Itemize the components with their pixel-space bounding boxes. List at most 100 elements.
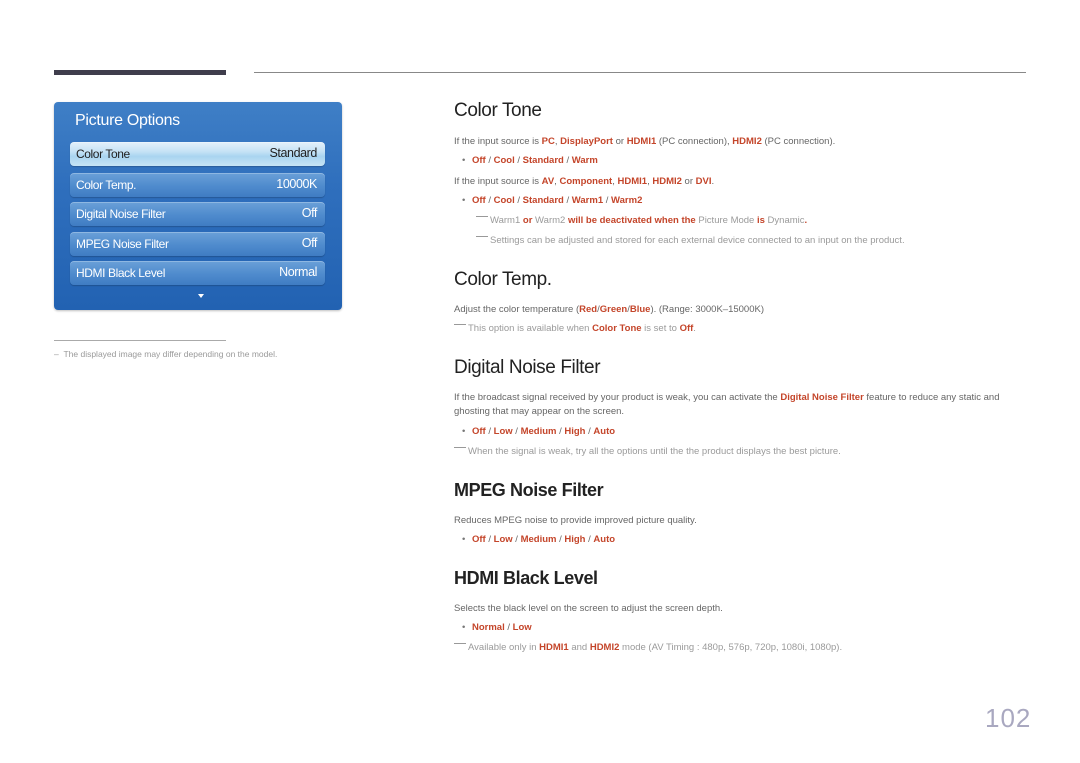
text-segment: and <box>568 642 590 653</box>
menu-item-label: MPEG Noise Filter <box>76 237 169 251</box>
text-segment: Picture Mode <box>698 215 755 226</box>
header-rule-thin <box>254 72 1026 73</box>
highlighted-term: Digital Noise Filter <box>780 392 864 403</box>
section-title-color-temp: Color Temp. <box>454 269 552 290</box>
menu-item-label: Color Tone <box>76 147 130 161</box>
option-value: Warm <box>571 155 598 166</box>
option-value: High <box>564 426 586 437</box>
option-value: Medium <box>520 426 557 437</box>
menu-item-value: Standard <box>269 146 317 160</box>
highlighted-term: is <box>754 215 768 226</box>
section-title-hdmi-black-level: HDMI Black Level <box>454 568 598 588</box>
hdmi-black-note: Available only in HDMI1 and HDMI2 mode (… <box>454 642 842 653</box>
separator: / <box>485 195 494 206</box>
highlighted-term: Component <box>559 176 613 187</box>
highlighted-term: Color Tone <box>592 323 642 334</box>
menu-item-label: Color Temp. <box>76 178 137 192</box>
text-segment: This option is available when <box>468 323 593 334</box>
text-segment: Dynamic <box>767 215 805 226</box>
text-segment: mode (AV Timing : 480p, 576p, 720p, 1080… <box>619 642 843 653</box>
separator: / <box>514 155 523 166</box>
digital-noise-text: If the broadcast signal received by your… <box>454 391 1029 419</box>
page-number: 102 <box>985 703 1032 733</box>
color-tone-options-1: • Off / Cool / Standard / Warm <box>462 155 598 166</box>
menu-item-color-temp[interactable]: Color Temp. 10000K <box>70 173 325 197</box>
option-value: Off <box>472 155 486 166</box>
highlighted-term: . <box>804 215 808 226</box>
option-value: Low <box>512 622 532 633</box>
highlighted-term: Green <box>599 304 628 315</box>
footnote-text: The displayed image may differ depending… <box>63 349 278 359</box>
footnote: – The displayed image may differ dependi… <box>54 349 278 359</box>
option-value: Warm2 <box>611 195 643 206</box>
section-title-mpeg-noise-filter: MPEG Noise Filter <box>454 480 604 500</box>
menu-item-color-tone[interactable]: Color Tone Standard <box>70 142 325 166</box>
highlighted-term: DisplayPort <box>560 136 613 147</box>
text-segment: Warm1 <box>490 215 521 226</box>
highlighted-term: HDMI2 <box>589 642 620 653</box>
color-temp-note: This option is available when Color Tone… <box>454 323 696 334</box>
option-value: Auto <box>593 426 616 437</box>
option-value: Low <box>493 534 513 545</box>
menu-item-mpeg-noise-filter[interactable]: MPEG Noise Filter Off <box>70 232 325 256</box>
option-value: Standard <box>522 155 564 166</box>
highlighted-term: HDMI1 <box>617 176 648 187</box>
highlighted-term: PC <box>541 136 555 147</box>
text-segment: If the input source is <box>454 176 542 187</box>
highlighted-term: HDMI1 <box>626 136 657 147</box>
text-segment: Adjust the color temperature ( <box>454 304 580 315</box>
separator: / <box>512 426 521 437</box>
menu-item-hdmi-black-level[interactable]: HDMI Black Level Normal <box>70 261 325 285</box>
mpeg-noise-text: Reduces MPEG noise to provide improved p… <box>454 515 697 526</box>
mpeg-noise-options: • Off / Low / Medium / High / Auto <box>462 534 616 545</box>
menu-item-value: 10000K <box>276 177 317 191</box>
separator: / <box>512 534 521 545</box>
menu-item-value: Off <box>301 236 318 250</box>
text-segment: . <box>693 323 696 334</box>
text-segment: (PC connection), <box>656 136 733 147</box>
option-value: Medium <box>520 534 557 545</box>
hdmi-black-text: Selects the black level on the screen to… <box>454 603 723 614</box>
hdmi-black-options: • Normal / Low <box>462 622 532 633</box>
highlighted-term: AV <box>541 176 555 187</box>
menu-title: Picture Options <box>75 112 180 129</box>
color-temp-text: Adjust the color temperature (Red/Green/… <box>454 303 764 317</box>
option-value: Auto <box>593 534 616 545</box>
option-value: Off <box>472 426 486 437</box>
option-value: High <box>564 534 586 545</box>
highlighted-term: will be deactivated when the <box>565 215 699 226</box>
digital-noise-options: • Off / Low / Medium / High / Auto <box>462 426 616 437</box>
highlighted-term: DVI <box>695 176 712 187</box>
option-value: Off <box>472 195 486 206</box>
text-segment: . <box>711 176 715 187</box>
scroll-down-icon[interactable] <box>198 294 204 298</box>
option-value: Normal <box>472 622 505 633</box>
text-segment: is set to <box>641 323 680 334</box>
section-title-color-tone: Color Tone <box>454 100 542 121</box>
highlighted-term: or <box>520 215 536 226</box>
highlighted-term: Off <box>679 323 694 334</box>
option-value: Standard <box>522 195 564 206</box>
separator: / <box>563 195 572 206</box>
separator: / <box>504 622 513 633</box>
text-segment: ). (Range: 3000K–15000K) <box>650 304 765 315</box>
text-segment: If the broadcast signal received by your… <box>454 392 781 403</box>
color-tone-options-2: • Off / Cool / Standard / Warm1 / Warm2 <box>462 195 643 206</box>
text-segment: (PC connection). <box>761 136 836 147</box>
text-segment: or <box>681 176 696 187</box>
option-value: Warm1 <box>571 195 604 206</box>
menu-item-label: HDMI Black Level <box>76 266 165 280</box>
separator: / <box>563 155 572 166</box>
picture-options-menu: Picture Options Color Tone Standard Colo… <box>54 102 342 310</box>
highlighted-term: HDMI2 <box>652 176 682 187</box>
footnote-rule <box>54 340 226 341</box>
menu-item-value: Normal <box>279 265 317 279</box>
option-value: Cool <box>493 195 515 206</box>
menu-item-digital-noise-filter[interactable]: Digital Noise Filter Off <box>70 202 325 226</box>
color-tone-text-1: If the input source is PC, DisplayPort o… <box>454 135 835 149</box>
color-tone-note-2: Settings can be adjusted and stored for … <box>476 235 905 246</box>
header-rule-thick <box>54 70 226 75</box>
menu-item-label: Digital Noise Filter <box>76 207 166 221</box>
separator: / <box>485 426 494 437</box>
digital-noise-note: When the signal is weak, try all the opt… <box>454 446 841 457</box>
